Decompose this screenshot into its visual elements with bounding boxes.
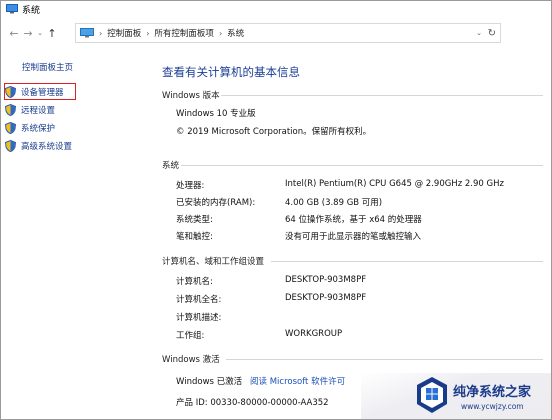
copyright-text: © 2019 Microsoft Corporation。保留所有权利。 [176,127,372,137]
address-dropdown-chevron-icon[interactable]: ⌄ [476,29,482,37]
system-type-label: 系统类型: [176,215,213,225]
breadcrumb-separator-icon: › [99,28,103,38]
sidebar-item-system-protection[interactable]: 系统保护 [5,121,55,135]
system-type-value: 64 位操作系统，基于 x64 的处理器 [285,215,422,225]
window-title: 系统 [22,5,41,16]
breadcrumb-all-items[interactable]: 所有控制面板项 [154,27,214,39]
windows-edition: Windows 10 专业版 [176,109,256,119]
sidebar-item-label: 设备管理器 [21,88,64,98]
system-app-icon [6,4,18,14]
shield-icon [5,104,16,116]
watermark-title: 纯净系统之家 [453,385,532,400]
computer-name-label: 计算机名: [176,277,213,287]
recent-pages-chevron-icon[interactable]: ⌄ [35,29,45,37]
sidebar-item-remote-settings[interactable]: 远程设置 [5,103,55,117]
page-title: 查看有关计算机的基本信息 [162,65,300,79]
pen-touch-value: 没有可用于此显示器的笔或触控输入 [285,232,422,242]
sidebar-item-advanced-settings[interactable]: 高级系统设置 [5,139,72,153]
ram-value: 4.00 GB (3.89 GB 可用) [285,198,383,208]
section-title-system: 系统 [162,161,180,171]
forward-arrow-icon[interactable]: → [21,27,35,40]
refresh-icon[interactable]: ↻ [488,28,496,39]
divider [181,165,543,166]
section-title-computer-name: 计算机名、域和工作组设置 [162,257,265,267]
watermark-logo-icon [417,377,447,413]
breadcrumb-control-panel[interactable]: 控制面板 [107,27,141,39]
back-arrow-icon[interactable]: ← [7,27,21,40]
workgroup-value: WORKGROUP [285,329,343,339]
shield-icon [5,86,16,98]
control-panel-icon [80,28,94,38]
pen-touch-label: 笔和触控: [176,232,213,242]
divider [271,261,543,262]
ram-label: 已安装的内存(RAM): [176,198,256,208]
section-title-edition: Windows 版本 [162,91,220,101]
processor-value: Intel(R) Pentium(R) CPU G645 @ 2.90GHz 2… [285,179,504,189]
breadcrumb-separator-icon: › [146,28,150,38]
divider [226,359,543,360]
title-bar: 系统 [1,1,551,17]
system-window: 系统 ← → ⌄ ↑ › 控制面板 › 所有控制面板项 › 系统 ⌄ ↻ 控制面… [0,0,552,420]
product-id: 产品 ID: 00330-80000-00000-AA352 [176,398,329,408]
full-computer-name-label: 计算机全名: [176,295,222,305]
divider [221,95,543,96]
computer-name-value: DESKTOP-903M8PF [285,275,367,285]
shield-icon [5,140,16,152]
up-arrow-icon[interactable]: ↑ [45,27,59,40]
processor-label: 处理器: [176,181,205,191]
sidebar-item-device-manager[interactable]: 设备管理器 [5,85,64,99]
shield-icon [5,122,16,134]
navigation-bar: ← → ⌄ ↑ › 控制面板 › 所有控制面板项 › 系统 ⌄ ↻ [1,23,551,43]
sidebar-home-link[interactable]: 控制面板主页 [22,61,73,73]
sidebar-item-label: 系统保护 [21,124,56,134]
computer-description-label: 计算机描述: [176,313,222,323]
full-computer-name-value: DESKTOP-903M8PF [285,293,367,303]
sidebar-item-label: 远程设置 [21,106,56,116]
address-bar[interactable]: › 控制面板 › 所有控制面板项 › 系统 ⌄ ↻ [75,23,501,43]
sidebar-item-label: 高级系统设置 [21,142,73,152]
watermark-url: www.ycwjzy.com [461,402,524,411]
license-terms-link[interactable]: 阅读 Microsoft 软件许可 [250,375,345,387]
section-title-activation: Windows 激活 [162,355,220,365]
activation-status: Windows 已激活 [176,377,243,387]
breadcrumb-separator-icon: › [218,28,223,38]
workgroup-label: 工作组: [176,331,205,341]
breadcrumb-system[interactable]: 系统 [227,27,244,39]
